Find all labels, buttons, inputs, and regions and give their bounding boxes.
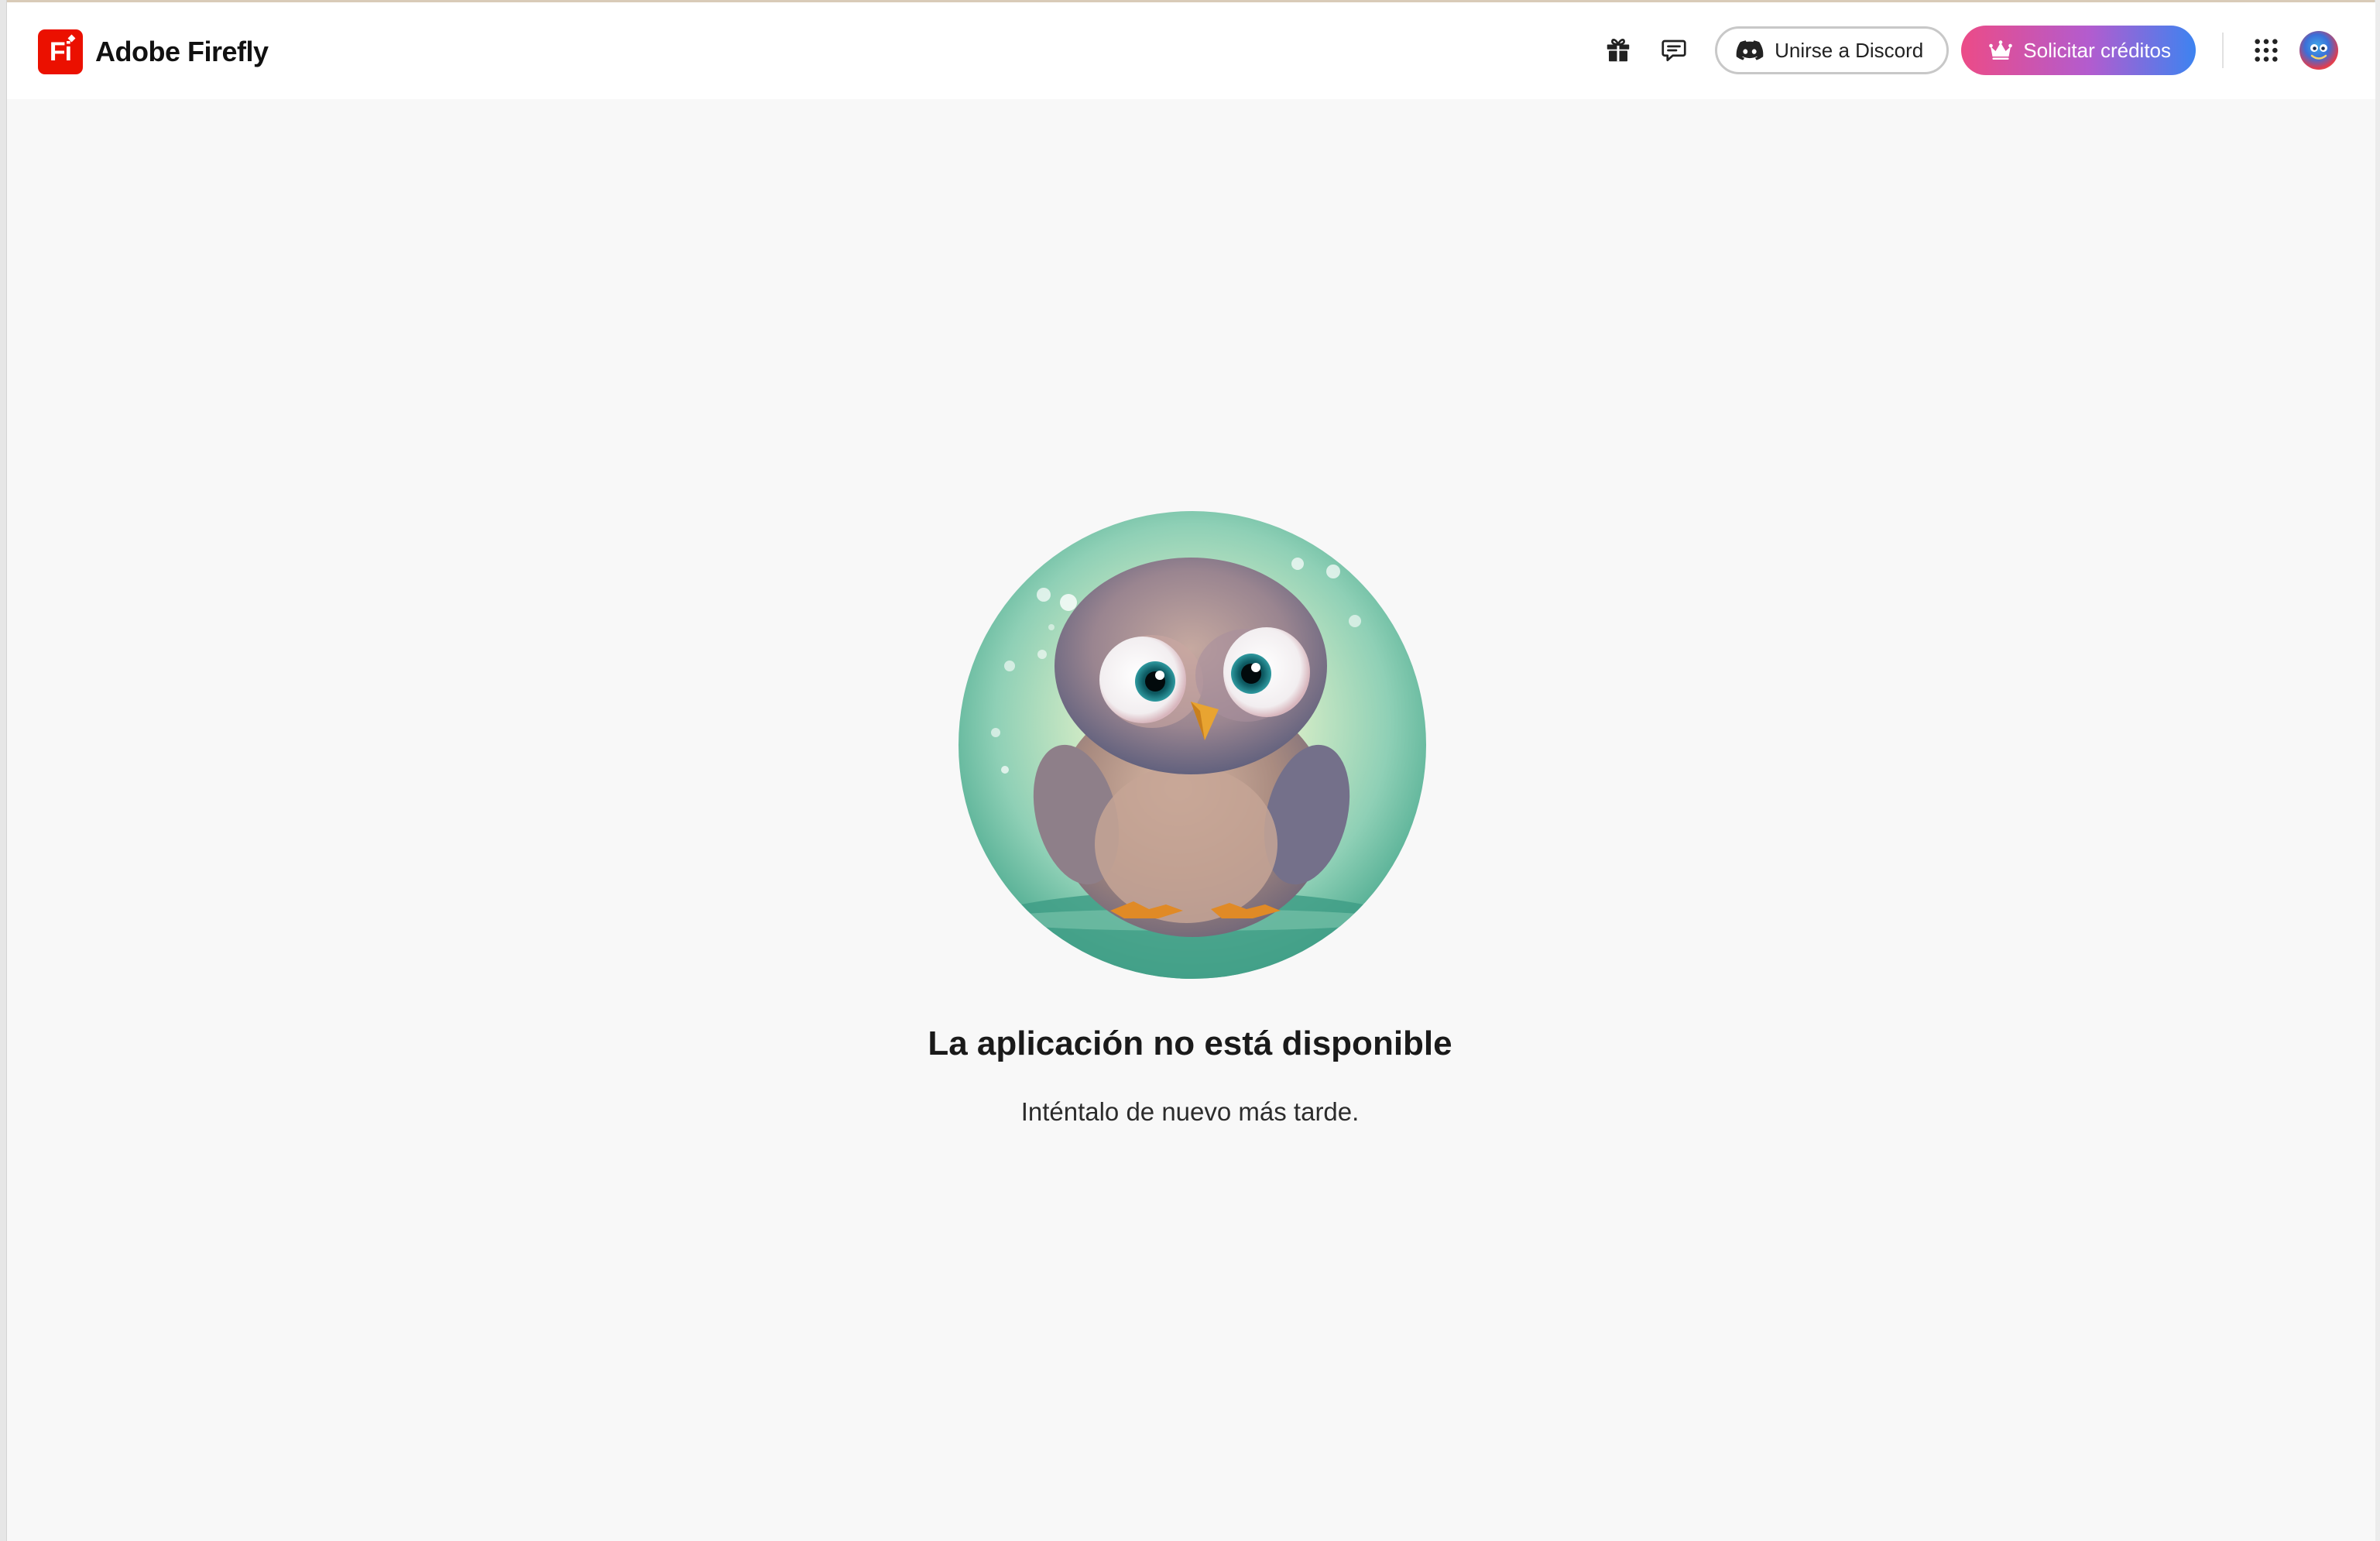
discord-icon xyxy=(1736,40,1764,60)
gift-button[interactable] xyxy=(1596,28,1641,73)
avatar-face-icon xyxy=(2310,44,2327,60)
right-window-edge xyxy=(2375,0,2380,1541)
request-credits-button[interactable]: Solicitar créditos xyxy=(1961,26,2196,75)
error-message: Inténtalo de nuevo más tarde. xyxy=(1020,1097,1360,1126)
join-discord-label: Unirse a Discord xyxy=(1775,38,1924,62)
left-window-edge xyxy=(0,0,7,1541)
header-divider xyxy=(2222,33,2224,68)
feedback-button[interactable] xyxy=(1651,28,1696,73)
top-bar: Fi Adobe Firefly Unirse a Discord Solici… xyxy=(7,2,2375,99)
apps-grid-icon xyxy=(2255,39,2278,62)
gift-icon xyxy=(1607,39,1630,62)
header-actions: Unirse a Discord Solicitar créditos xyxy=(1596,25,2338,76)
request-credits-label: Solicitar créditos xyxy=(2023,38,2171,62)
app-switcher-button[interactable] xyxy=(2244,28,2289,73)
logo-text: Fi xyxy=(49,36,72,67)
join-discord-button[interactable]: Unirse a Discord xyxy=(1715,26,1950,74)
feedback-icon xyxy=(1662,39,1686,62)
brand[interactable]: Fi Adobe Firefly xyxy=(38,29,269,75)
user-avatar[interactable] xyxy=(2299,31,2338,70)
app-title: Adobe Firefly xyxy=(95,36,269,67)
crown-icon xyxy=(1989,40,2013,60)
firefly-logo-icon: Fi xyxy=(38,29,83,74)
app-window: Fi Adobe Firefly Unirse a Discord Solici… xyxy=(0,0,2380,1541)
error-title: La aplicación no está disponible xyxy=(928,1024,1452,1063)
owl-illustration xyxy=(959,511,1426,979)
